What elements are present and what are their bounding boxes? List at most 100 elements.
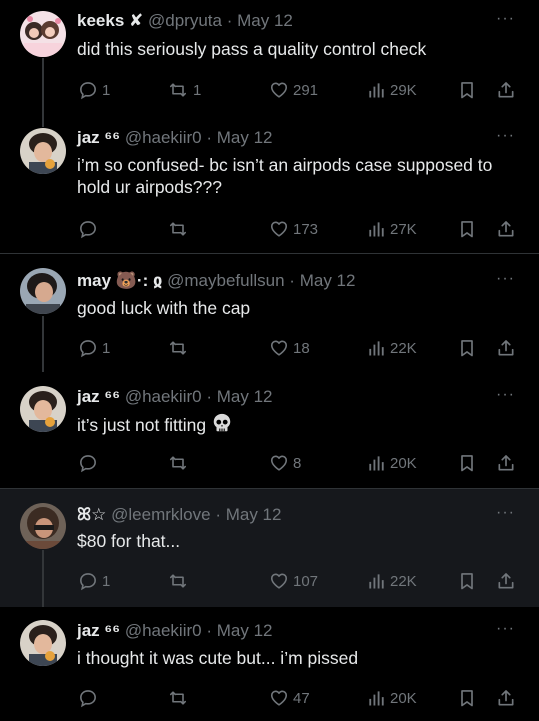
tweet-date[interactable]: May 12 (217, 621, 273, 640)
tweet-text-content: it’s just not fitting (77, 415, 207, 435)
like-count: 18 (293, 339, 310, 357)
views-button[interactable]: 22K (366, 337, 417, 359)
user-handle[interactable]: @maybefullsun (167, 271, 284, 290)
retweet-icon (167, 688, 189, 708)
views-button[interactable]: 22K (366, 570, 417, 592)
tweet-date[interactable]: May 12 (217, 128, 273, 147)
tweet[interactable]: jaz ⁶⁶ @haekiir0 · May 12 ··· i’m so confu… (0, 127, 539, 254)
tweet-actions: 173 27K (0, 218, 539, 240)
bookmark-button[interactable] (458, 570, 476, 592)
bookmark-button[interactable] (458, 218, 476, 240)
retweet-icon (167, 571, 189, 591)
reply-button[interactable] (78, 452, 102, 474)
tweet-date[interactable]: May 12 (217, 387, 273, 406)
share-button[interactable] (496, 79, 516, 101)
tweet[interactable]: may 🐻·: ჲ @maybefullsun · May 12 ··· good … (0, 254, 539, 386)
bookmark-button[interactable] (458, 687, 476, 709)
views-button[interactable]: 20K (366, 687, 417, 709)
like-count: 173 (293, 220, 319, 238)
tweet-date[interactable]: May 12 (300, 271, 356, 290)
skull-emoji-icon (213, 413, 231, 432)
analytics-icon (366, 688, 386, 708)
share-button[interactable] (496, 218, 516, 240)
like-button[interactable]: 291 (269, 79, 318, 101)
share-button[interactable] (496, 687, 516, 709)
retweet-button[interactable] (167, 570, 193, 592)
bookmark-icon (458, 453, 476, 473)
reply-icon (78, 219, 98, 239)
views-button[interactable]: 20K (366, 452, 417, 474)
user-handle[interactable]: @dpryuta (148, 11, 222, 30)
tweet-date[interactable]: May 12 (237, 11, 293, 30)
thread-feed: keeks ✘ @dpryuta · May 12 ··· did this ser… (0, 0, 539, 721)
like-button[interactable]: 173 (269, 218, 318, 240)
display-name[interactable]: ꕤ☆ (77, 505, 106, 524)
avatar[interactable] (20, 11, 66, 57)
heart-icon (269, 338, 289, 358)
bookmark-button[interactable] (458, 337, 476, 359)
retweet-button[interactable]: 1 (167, 79, 201, 101)
share-button[interactable] (496, 452, 516, 474)
reply-button[interactable]: 1 (78, 79, 110, 101)
avatar[interactable] (20, 386, 66, 432)
like-count: 8 (293, 454, 302, 472)
view-count: 20K (390, 454, 417, 472)
tweet-text-content: $80 for that... (77, 531, 181, 551)
display-name[interactable]: jaz (77, 621, 100, 640)
more-options-icon[interactable]: ··· (496, 270, 515, 288)
analytics-icon (366, 80, 386, 100)
retweet-button[interactable] (167, 452, 193, 474)
like-button[interactable]: 107 (269, 570, 318, 592)
reply-button[interactable] (78, 687, 102, 709)
user-handle[interactable]: @haekiir0 (125, 128, 202, 147)
retweet-count: 1 (193, 81, 202, 99)
reply-count: 1 (102, 572, 111, 590)
reply-button[interactable]: 1 (78, 570, 110, 592)
like-button[interactable]: 47 (269, 687, 310, 709)
more-options-icon[interactable]: ··· (496, 504, 515, 522)
display-name[interactable]: jaz (77, 128, 100, 147)
reply-icon (78, 338, 98, 358)
more-options-icon[interactable]: ··· (496, 127, 515, 145)
bookmark-button[interactable] (458, 79, 476, 101)
bookmark-icon (458, 80, 476, 100)
tweet[interactable]: jaz ⁶⁶ @haekiir0 · May 12 ··· i thought it… (0, 607, 539, 721)
more-options-icon[interactable]: ··· (496, 620, 515, 638)
share-button[interactable] (496, 337, 516, 359)
tweet-actions: 1 107 22K (0, 570, 539, 592)
more-options-icon[interactable]: ··· (496, 386, 515, 404)
share-icon (496, 80, 516, 100)
bookmark-button[interactable] (458, 452, 476, 474)
display-name[interactable]: jaz (77, 387, 100, 406)
tweet[interactable]: jaz ⁶⁶ @haekiir0 · May 12 ··· it’s just no… (0, 372, 539, 489)
retweet-button[interactable] (167, 218, 193, 240)
tweet-text-content: i thought it was cute but... i’m pissed (77, 648, 359, 668)
user-handle[interactable]: @haekiir0 (125, 621, 202, 640)
tweet-actions: 47 20K (0, 687, 539, 709)
share-button[interactable] (496, 570, 516, 592)
tweet[interactable]: keeks ✘ @dpryuta · May 12 ··· did this ser… (0, 0, 539, 128)
avatar[interactable] (20, 268, 66, 314)
like-button[interactable]: 18 (269, 337, 310, 359)
avatar[interactable] (20, 620, 66, 666)
separator-dot: · (206, 621, 213, 640)
tweet[interactable]: ꕤ☆ @leemrklove · May 12 ··· $80 for that..… (0, 489, 539, 618)
avatar[interactable] (20, 128, 66, 174)
retweet-button[interactable] (167, 337, 193, 359)
user-handle[interactable]: @leemrklove (111, 505, 210, 524)
reply-button[interactable] (78, 218, 102, 240)
retweet-button[interactable] (167, 687, 193, 709)
user-handle[interactable]: @haekiir0 (125, 387, 202, 406)
bookmark-icon (458, 338, 476, 358)
reply-button[interactable]: 1 (78, 337, 110, 359)
display-name[interactable]: may (77, 271, 111, 290)
avatar[interactable] (20, 503, 66, 549)
views-button[interactable]: 29K (366, 79, 417, 101)
display-name[interactable]: keeks (77, 11, 124, 30)
bookmark-icon (458, 219, 476, 239)
separator-dot: · (289, 271, 295, 290)
tweet-date[interactable]: May 12 (226, 505, 282, 524)
more-options-icon[interactable]: ··· (496, 10, 515, 28)
views-button[interactable]: 27K (366, 218, 417, 240)
like-button[interactable]: 8 (269, 452, 301, 474)
